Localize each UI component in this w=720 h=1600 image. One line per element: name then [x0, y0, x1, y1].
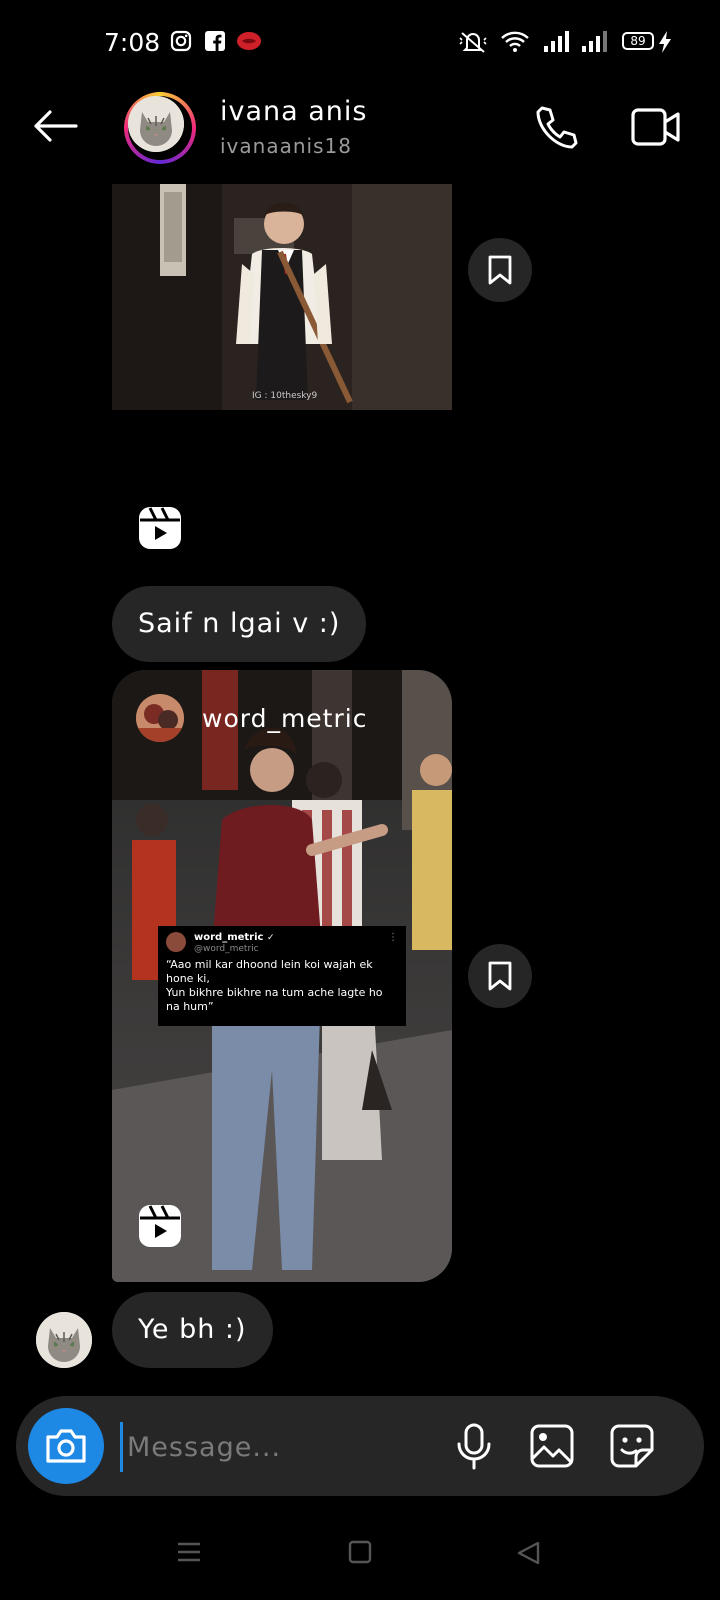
video-camera-icon	[631, 108, 680, 146]
video-call-button[interactable]	[630, 104, 682, 154]
instagram-icon	[170, 30, 192, 56]
camera-button[interactable]	[28, 1408, 104, 1484]
sender-avatar[interactable]	[36, 1312, 92, 1368]
reel-preview-image: IG : 10thesky9	[112, 184, 452, 410]
tweet-handle: @word_metric	[194, 944, 259, 954]
tweet-avatar	[166, 932, 186, 952]
shared-reel[interactable]: word_metric word_metric ✓ @word_metric ⋮…	[112, 670, 452, 1282]
reel-watermark: IG : 10thesky9	[252, 391, 318, 401]
save-reel-button[interactable]	[468, 944, 532, 1008]
menu-nav-button[interactable]	[176, 1540, 202, 1568]
bookmark-icon	[488, 255, 512, 285]
avatar[interactable]	[124, 92, 196, 164]
reels-icon	[138, 506, 182, 550]
back-button[interactable]	[30, 106, 80, 150]
charging-icon	[658, 30, 672, 58]
sticker-button[interactable]	[606, 1420, 658, 1472]
contact-name[interactable]: ivana anis	[220, 96, 368, 127]
message-bubble[interactable]: Ye bh :)	[112, 1292, 273, 1368]
wifi-icon	[500, 30, 530, 58]
camera-icon	[46, 1429, 86, 1463]
cat-avatar-image	[128, 96, 184, 152]
message-input[interactable]	[120, 1422, 449, 1472]
signal-icon	[580, 30, 608, 58]
facebook-icon	[204, 30, 226, 56]
signal-icon	[542, 30, 570, 58]
message-composer	[16, 1396, 704, 1496]
notification-app-icon	[236, 30, 262, 56]
verified-icon: ✓	[266, 933, 275, 943]
message-bubble[interactable]: Saif n lgai v :)	[112, 586, 367, 662]
reel-author[interactable]: word_metric	[136, 694, 367, 742]
tweet-text: “Aao mil kar dhoond lein koi wajah ek ho…	[166, 958, 383, 1013]
reel-author-avatar	[136, 694, 184, 742]
arrow-left-icon	[34, 110, 78, 142]
voice-message-button[interactable]	[448, 1420, 500, 1472]
shared-reel-thumbnail[interactable]: IG : 10thesky9	[112, 184, 452, 410]
status-time: 7:08	[104, 28, 161, 57]
image-icon	[530, 1424, 574, 1468]
contact-handle: ivanaanis18	[220, 134, 352, 158]
phone-icon	[536, 106, 578, 149]
more-icon: ⋮	[388, 932, 398, 943]
home-nav-button[interactable]	[348, 1540, 372, 1568]
tweet-name: word_metric	[194, 932, 264, 943]
cat-avatar-image	[36, 1312, 92, 1368]
mute-icon	[458, 30, 488, 58]
sticker-icon	[610, 1424, 654, 1468]
battery-level: 89	[630, 34, 646, 48]
reels-icon	[138, 1204, 182, 1248]
tweet-card: word_metric ✓ @word_metric ⋮ “Aao mil ka…	[158, 926, 406, 1026]
bookmark-icon	[488, 961, 512, 991]
call-button[interactable]	[532, 104, 580, 156]
menu-icon	[178, 1542, 200, 1562]
battery-icon: 89	[622, 32, 654, 50]
back-triangle-icon	[517, 1541, 540, 1565]
microphone-icon	[457, 1423, 491, 1470]
save-reel-button[interactable]	[468, 238, 532, 302]
gallery-button[interactable]	[526, 1420, 578, 1472]
reel-author-name: word_metric	[202, 703, 368, 733]
home-square-icon	[348, 1540, 372, 1564]
back-nav-button[interactable]	[516, 1540, 542, 1570]
